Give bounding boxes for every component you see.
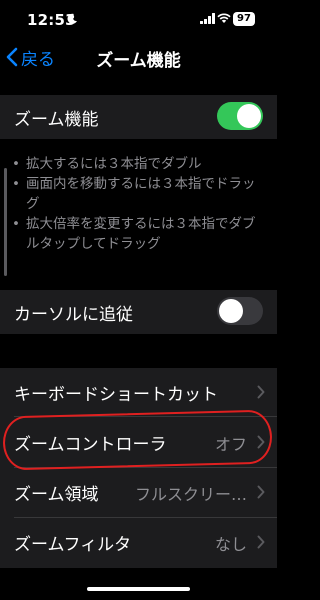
chevron-right-icon xyxy=(257,385,265,399)
description-text: 拡大倍率を変更するには３本指でダブルタップしてドラッグ xyxy=(26,216,256,252)
zoom-filter-label: ズームフィルタ xyxy=(14,535,132,555)
scroll-indicator xyxy=(4,168,7,276)
bullet: • xyxy=(12,156,20,172)
status-bar: 12:53 97 xyxy=(0,0,277,36)
zoom-toggle-label: ズーム機能 xyxy=(14,110,99,130)
keyboard-shortcuts-row[interactable]: キーボードショートカット xyxy=(0,370,277,414)
home-indicator xyxy=(87,587,190,591)
follow-cursor-label: カーソルに追従 xyxy=(14,305,133,325)
zoom-region-value: フルスクリー… xyxy=(134,485,247,504)
wifi-icon xyxy=(217,13,231,23)
follow-cursor-row: カーソルに追従 xyxy=(0,290,277,334)
moon-icon xyxy=(67,13,77,24)
toggle-knob xyxy=(237,104,261,128)
zoom-filter-row[interactable]: ズームフィルタ なし xyxy=(0,520,277,564)
description-item: • 拡大するには３本指でダブル xyxy=(12,154,267,174)
red-highlight-annotation xyxy=(2,409,273,471)
zoom-region-row[interactable]: ズーム領域 フルスクリー… xyxy=(0,470,277,514)
description-text: 画面内を移動するには３本指でドラッグ xyxy=(26,176,256,212)
page-title: ズーム機能 xyxy=(96,51,181,71)
bullet: • xyxy=(12,216,20,232)
chevron-right-icon xyxy=(257,535,265,549)
follow-cursor-switch[interactable] xyxy=(217,297,263,325)
gesture-description: • 拡大するには３本指でダブル • 画面内を移動するには３本指でドラッグ • 拡大倍率… xyxy=(12,154,267,254)
zoom-toggle-group: ズーム機能 xyxy=(0,95,277,139)
zoom-toggle-switch[interactable] xyxy=(217,102,263,130)
keyboard-shortcuts-label: キーボードショートカット xyxy=(14,385,218,405)
nav-bar: 戻る ズーム機能 xyxy=(0,36,277,80)
description-item: • 拡大倍率を変更するには３本指でダブルタップしてドラッグ xyxy=(12,214,267,254)
bullet: • xyxy=(12,176,20,192)
chevron-right-icon xyxy=(257,485,265,499)
description-text: 拡大するには３本指でダブル xyxy=(26,156,202,172)
battery-icon: 97 xyxy=(233,12,255,26)
toggle-knob xyxy=(219,299,243,323)
description-item: • 画面内を移動するには３本指でドラッグ xyxy=(12,174,267,214)
follow-cursor-group: カーソルに追従 xyxy=(0,290,277,334)
row-separator xyxy=(14,517,277,518)
zoom-region-label: ズーム領域 xyxy=(14,485,99,505)
signal-icon xyxy=(200,13,215,24)
zoom-toggle-row: ズーム機能 xyxy=(0,95,277,139)
zoom-filter-value: なし xyxy=(214,535,247,554)
